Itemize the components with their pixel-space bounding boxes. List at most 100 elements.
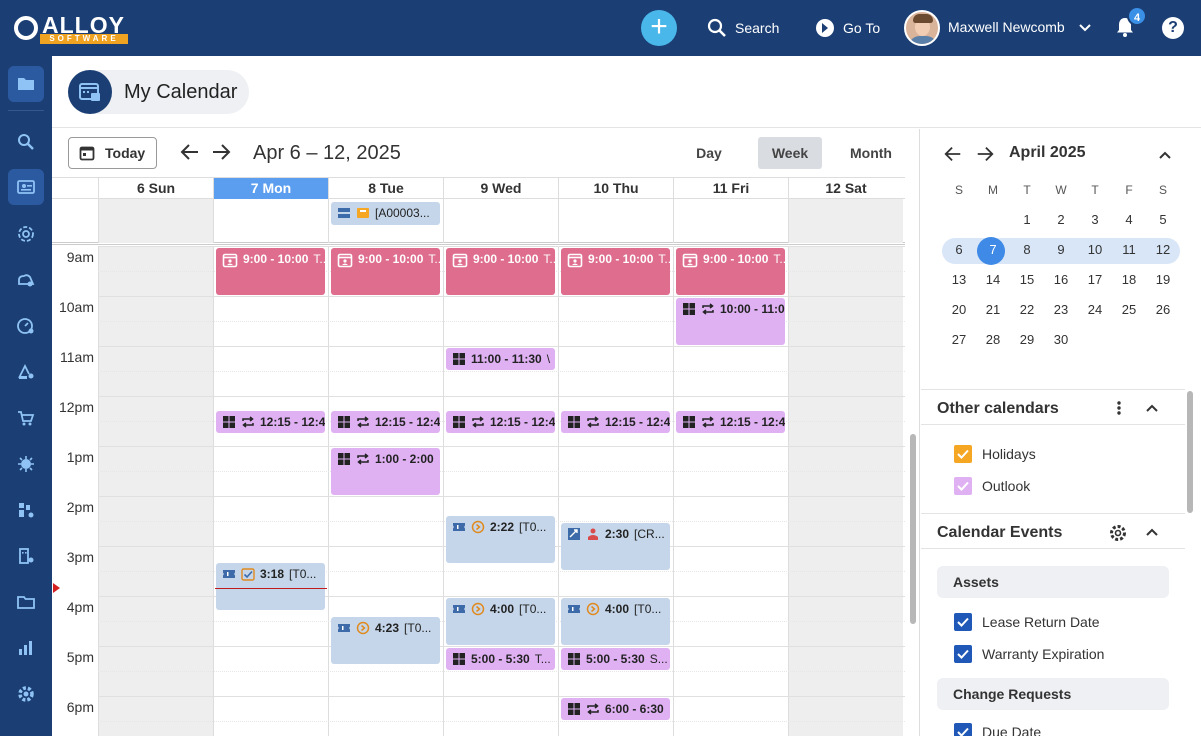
mini-day[interactable]: 7 — [976, 237, 1010, 263]
calendar-event[interactable]: 4:23 [T0... — [331, 617, 440, 665]
prev-month-arrow-icon[interactable] — [943, 144, 963, 164]
nav-building[interactable] — [8, 538, 44, 574]
mini-day[interactable]: 8 — [1010, 237, 1044, 263]
alloy-logo[interactable]: ALLOY SOFTWARE — [14, 12, 130, 44]
calendar-event[interactable]: 9:00 - 10:00 T... — [676, 248, 785, 295]
mini-day[interactable]: 22 — [1010, 297, 1044, 323]
mini-day[interactable]: 30 — [1044, 327, 1078, 353]
goto-button[interactable]: Go To — [815, 18, 880, 38]
day-header[interactable]: 9 Wed — [443, 178, 558, 199]
calendar-event[interactable]: 2:22 [T0... — [446, 516, 555, 564]
calendar-scrollbar[interactable] — [907, 246, 917, 736]
chevron-up-icon[interactable] — [1157, 147, 1173, 163]
mini-day[interactable]: 26 — [1146, 297, 1180, 323]
assets-group[interactable]: Assets — [937, 566, 1169, 598]
calendar-event[interactable]: 1:00 - 2:00 — [331, 448, 440, 495]
calendar-event[interactable]: 9:00 - 10:00 T... — [561, 248, 670, 295]
mini-day[interactable]: 11 — [1112, 237, 1146, 263]
calendar-event[interactable]: 9:00 - 10:00 T... — [216, 248, 325, 295]
outlook-checkbox[interactable] — [954, 477, 972, 495]
holidays-checkbox[interactable] — [954, 445, 972, 463]
day-header[interactable]: 10 Thu — [558, 178, 673, 199]
all-day-cell[interactable] — [98, 199, 213, 243]
nav-blocks[interactable] — [8, 492, 44, 528]
calendar-event[interactable]: 2:30 [CR... — [561, 523, 670, 570]
all-day-cell[interactable] — [558, 199, 673, 243]
view-month-button[interactable]: Month — [842, 137, 900, 169]
holidays-checkbox-row[interactable]: Holidays — [954, 444, 1036, 464]
mini-day[interactable]: 18 — [1112, 267, 1146, 293]
calendar-event[interactable]: 5:00 - 5:30 S... — [561, 648, 670, 670]
nav-purchasing[interactable] — [8, 400, 44, 436]
calendar-event[interactable]: 12:15 - 12:4 — [216, 410, 325, 433]
calendar-event[interactable]: 6:00 - 6:30 — [561, 698, 670, 720]
nav-settings-cycle[interactable] — [8, 216, 44, 252]
mini-day[interactable]: 6 — [942, 237, 976, 263]
day-column[interactable] — [213, 246, 328, 736]
warranty-expiration-checkbox[interactable] — [954, 645, 972, 663]
calendar-event[interactable]: 12:15 - 12:4 — [561, 410, 670, 433]
prev-week-arrow-icon[interactable] — [179, 141, 201, 163]
view-week-button[interactable]: Week — [758, 137, 822, 169]
mini-day[interactable]: 24 — [1078, 297, 1112, 323]
mini-day[interactable]: 9 — [1044, 237, 1078, 263]
more-vertical-icon[interactable] — [1111, 400, 1127, 416]
mini-day[interactable]: 1 — [1010, 207, 1044, 233]
due-date-checkbox-row[interactable]: Due Date — [954, 722, 1041, 736]
nav-reports[interactable] — [8, 630, 44, 666]
day-column[interactable] — [788, 246, 903, 736]
mini-day[interactable]: 14 — [976, 267, 1010, 293]
chevron-up-icon[interactable] — [1144, 400, 1160, 416]
right-panel-scroll-thumb[interactable] — [1187, 391, 1193, 513]
search-button[interactable]: Search — [707, 18, 779, 38]
calendar-event[interactable]: 10:00 - 11:0 — [676, 298, 785, 345]
all-day-cell[interactable] — [788, 199, 903, 243]
nav-dashboard[interactable] — [8, 308, 44, 344]
calendar-event[interactable]: 5:00 - 5:30 T... — [446, 648, 555, 670]
calendar-event[interactable]: 9:00 - 10:00 T... — [331, 248, 440, 295]
warranty-expiration-checkbox-row[interactable]: Warranty Expiration — [954, 644, 1104, 664]
next-month-arrow-icon[interactable] — [975, 144, 995, 164]
mini-day[interactable]: 4 — [1112, 207, 1146, 233]
user-name[interactable]: Maxwell Newcomb — [948, 19, 1065, 35]
calendar-event[interactable]: 9:00 - 10:00 T... — [446, 248, 555, 295]
help-icon[interactable]: ? — [1162, 17, 1184, 39]
calendar-event[interactable]: 4:00 [T0... — [561, 598, 670, 645]
all-day-cell[interactable] — [673, 199, 788, 243]
lease-return-checkbox[interactable] — [954, 613, 972, 631]
mini-day[interactable]: 29 — [1010, 327, 1044, 353]
outlook-checkbox-row[interactable]: Outlook — [954, 476, 1030, 496]
create-new-button[interactable]: + — [641, 10, 677, 46]
mini-day[interactable]: 28 — [976, 327, 1010, 353]
mini-day[interactable]: 15 — [1010, 267, 1044, 293]
chevron-down-icon[interactable] — [1078, 21, 1092, 35]
mini-day[interactable]: 21 — [976, 297, 1010, 323]
today-button[interactable]: Today — [68, 137, 157, 169]
calendar-event[interactable]: 3:18 [T0... — [216, 563, 325, 610]
nav-files[interactable] — [8, 584, 44, 620]
calendar-event[interactable]: 12:15 - 12:4 — [676, 410, 785, 433]
mini-day[interactable]: 10 — [1078, 237, 1112, 263]
mini-day[interactable]: 27 — [942, 327, 976, 353]
day-header[interactable]: 7 Mon — [213, 178, 328, 199]
day-header[interactable]: 8 Tue — [328, 178, 443, 199]
due-date-checkbox[interactable] — [954, 723, 972, 736]
calendar-event[interactable]: 12:15 - 12:4 — [446, 410, 555, 433]
change-requests-group[interactable]: Change Requests — [937, 678, 1169, 710]
day-header[interactable]: 6 Sun — [98, 178, 213, 199]
gear-icon[interactable] — [1108, 523, 1128, 543]
chevron-up-icon[interactable] — [1144, 524, 1160, 540]
mini-day[interactable]: 17 — [1078, 267, 1112, 293]
mini-day[interactable]: 23 — [1044, 297, 1078, 323]
mini-day[interactable]: 2 — [1044, 207, 1078, 233]
day-column[interactable] — [98, 246, 213, 736]
all-day-event[interactable]: [A00003... — [331, 202, 440, 225]
nav-shapes[interactable] — [8, 354, 44, 390]
calendar-event[interactable]: 11:00 - 11:30 \ — [446, 348, 555, 370]
lease-return-checkbox-row[interactable]: Lease Return Date — [954, 612, 1100, 632]
mini-day[interactable]: 12 — [1146, 237, 1180, 263]
mini-day[interactable]: 5 — [1146, 207, 1180, 233]
mini-day[interactable]: 3 — [1078, 207, 1112, 233]
view-day-button[interactable]: Day — [684, 137, 734, 169]
mini-day[interactable]: 19 — [1146, 267, 1180, 293]
